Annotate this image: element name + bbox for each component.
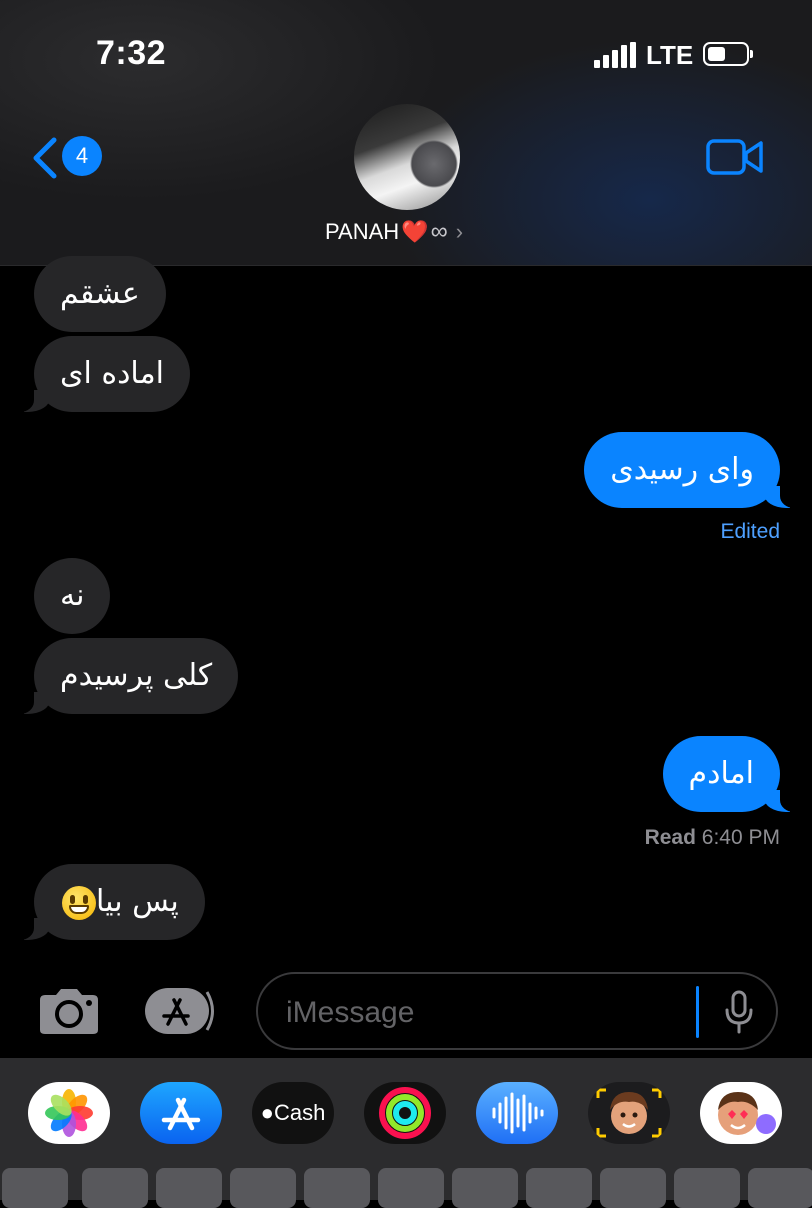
back-button[interactable]: 4 [30, 134, 110, 182]
keyboard-key[interactable] [2, 1168, 68, 1208]
message-bubble-received[interactable]: عشقم [34, 256, 166, 332]
cellular-signal-icon [594, 42, 636, 68]
chevron-right-icon: › [455, 219, 464, 244]
read-receipt-time: 6:40 PM [701, 826, 780, 849]
microphone-icon[interactable] [724, 990, 754, 1034]
read-receipt-label: Read [644, 826, 696, 849]
message-bubble-received[interactable]: کلی پرسیدم [11, 638, 239, 714]
photos-app-icon[interactable] [28, 1082, 110, 1144]
edited-label[interactable]: Edited [720, 520, 780, 544]
network-type: LTE [646, 40, 694, 70]
read-receipt: Read 6:40 PM [645, 826, 780, 850]
message-bubble-received[interactable]: اماده ای [12, 336, 190, 412]
facetime-video-icon[interactable] [706, 138, 764, 176]
apple-cash-app-icon[interactable]: ●Cash [252, 1082, 334, 1144]
message-text: پس بیا [96, 884, 179, 919]
keyboard-key[interactable] [378, 1168, 444, 1208]
keyboard-key[interactable] [230, 1168, 296, 1208]
chevron-left-icon [33, 137, 57, 179]
app-store-icon[interactable] [144, 986, 222, 1036]
infinity-symbol: ∞ [430, 218, 448, 245]
heart-emoji: ❤️ [401, 219, 429, 244]
app-store-app-icon[interactable] [140, 1082, 222, 1144]
apple-logo-icon: ● [260, 1100, 274, 1125]
grinning-face-emoji [62, 885, 96, 920]
conversation-header: 7:32 LTE 4 PANAH ❤️ ∞ › [0, 0, 812, 266]
keyboard-key[interactable] [304, 1168, 370, 1208]
apple-cash-label: Cash [273, 1100, 326, 1125]
message-bubble-sent[interactable]: امادم [662, 736, 803, 812]
text-caret [696, 986, 699, 1038]
message-bubble-received[interactable]: نه [34, 558, 111, 634]
keyboard-key[interactable] [452, 1168, 518, 1208]
keyboard-key[interactable] [82, 1168, 148, 1208]
memoji-app-icon[interactable] [588, 1082, 670, 1144]
keyboard-key[interactable] [526, 1168, 592, 1208]
activity-app-icon[interactable] [364, 1082, 446, 1144]
message-bubble-received[interactable]: پس بیا [12, 864, 205, 940]
contact-name: PANAH [325, 219, 400, 244]
message-input-field[interactable] [256, 972, 778, 1050]
composer-bar [0, 966, 812, 1058]
contact-name-button[interactable]: PANAH ❤️ ∞ › [325, 218, 463, 246]
memoji-stickers-app-icon[interactable] [700, 1082, 782, 1144]
keyboard-key[interactable] [674, 1168, 740, 1208]
message-input[interactable] [284, 992, 688, 1034]
contact-avatar[interactable] [354, 104, 460, 210]
unread-count-badge: 4 [62, 136, 102, 176]
keyboard-key[interactable] [156, 1168, 222, 1208]
message-bubble-sent[interactable]: وای رسیدی [584, 432, 802, 508]
camera-icon[interactable] [36, 986, 102, 1036]
keyboard-key[interactable] [600, 1168, 666, 1208]
keyboard-key[interactable] [748, 1168, 812, 1208]
message-thread[interactable]: عشقم اماده ای وای رسیدی Edited نه کلی پر… [0, 256, 812, 966]
battery-icon [703, 42, 753, 66]
imessage-app-drawer: ●Cash [0, 1058, 812, 1208]
audio-waveform-app-icon[interactable] [476, 1082, 558, 1144]
status-time: 7:32 [96, 34, 167, 72]
